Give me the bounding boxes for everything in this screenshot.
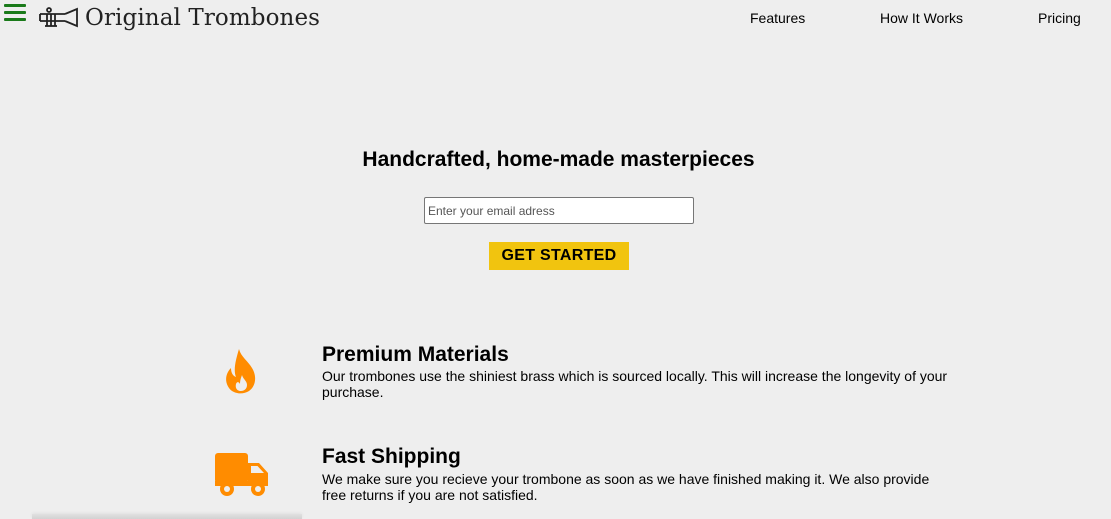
partial-card-edge: [32, 514, 302, 519]
truck-icon: [215, 453, 268, 496]
feature-title: Premium Materials: [322, 343, 509, 366]
feature-description: We make sure you recieve your trombone a…: [322, 471, 930, 503]
email-input[interactable]: [424, 197, 694, 224]
landing-page: Original Trombones Features How It Works…: [0, 0, 1111, 519]
get-started-button[interactable]: GET STARTED: [489, 242, 629, 270]
hero-title: Handcrafted, home-made masterpieces: [362, 148, 755, 171]
nav-link-how-it-works[interactable]: How It Works: [880, 10, 963, 26]
feature-title: Fast Shipping: [322, 445, 461, 468]
fire-icon: [226, 349, 256, 394]
nav-link-pricing[interactable]: Pricing: [1038, 10, 1081, 26]
nav-link-features[interactable]: Features: [750, 10, 805, 26]
nav-bar: Features How It Works Pricing: [0, 10, 1111, 30]
feature-description: Our trombones use the shiniest brass whi…: [322, 368, 948, 400]
